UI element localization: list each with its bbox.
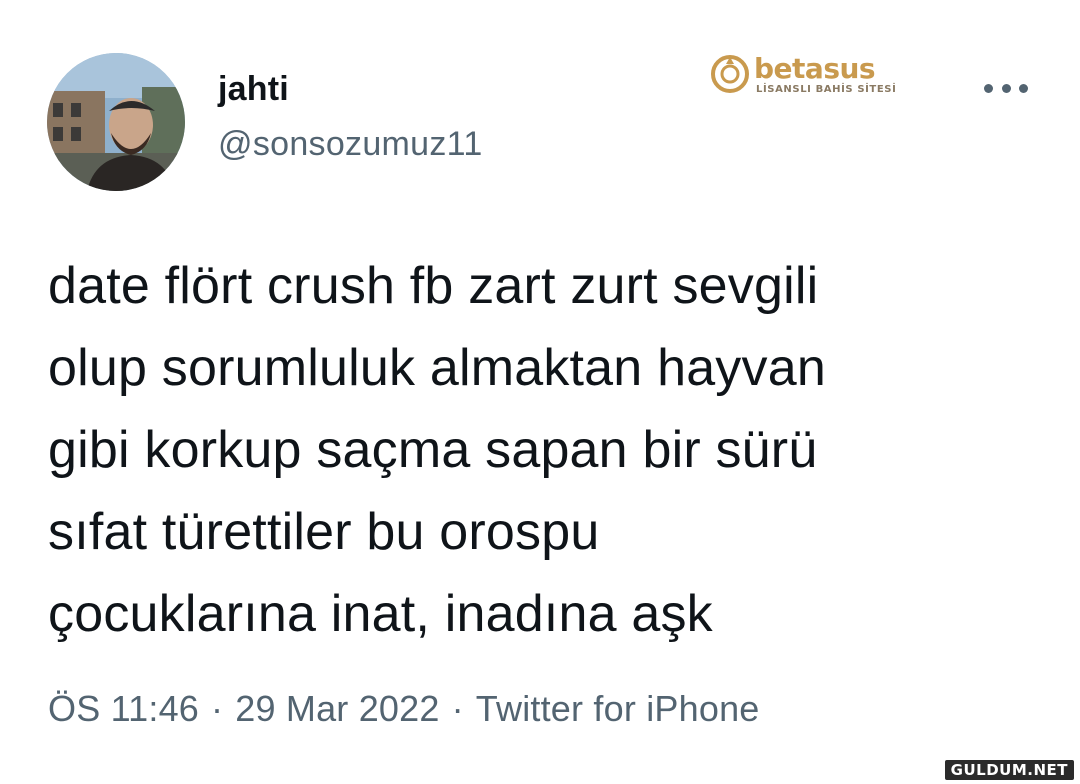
more-dot xyxy=(984,83,993,93)
betasus-logo-icon xyxy=(711,55,749,93)
tweet-metadata: ÖS 11:46 · 29 Mar 2022 · Twitter for iPhone xyxy=(48,688,760,730)
tweet-date[interactable]: 29 Mar 2022 xyxy=(235,688,439,729)
betasus-logo: betasus LİSANSLI BAHİS SİTESİ xyxy=(710,52,896,100)
display-name[interactable]: jahti xyxy=(218,70,289,109)
site-watermark: GULDUM.NET xyxy=(944,760,1074,780)
more-horizontal-icon[interactable] xyxy=(984,80,1028,96)
betasus-logo-name: betasus xyxy=(754,52,876,85)
tweet-text: date flört crush fb zart zurt sevgili ol… xyxy=(48,257,826,643)
avatar[interactable] xyxy=(47,53,185,191)
meta-separator: · xyxy=(451,688,464,729)
more-dot xyxy=(1001,83,1011,93)
more-dot xyxy=(1019,83,1028,93)
user-handle[interactable]: @sonsozumuz11 xyxy=(218,125,483,164)
tweet-time[interactable]: ÖS 11:46 xyxy=(48,688,199,729)
betasus-logo-tagline: LİSANSLI BAHİS SİTESİ xyxy=(756,84,897,95)
meta-separator: · xyxy=(211,688,224,729)
tweet-source[interactable]: Twitter for iPhone xyxy=(476,688,760,729)
